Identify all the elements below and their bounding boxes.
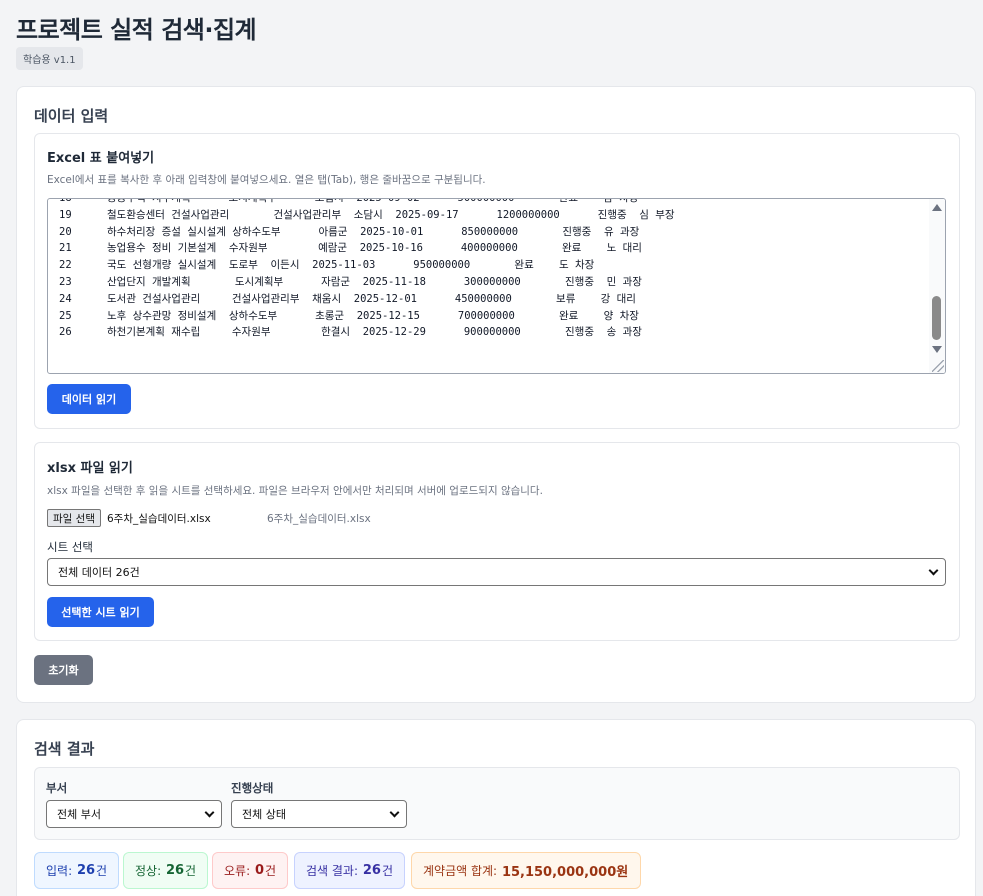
input-section-title: 데이터 입력 — [34, 107, 109, 125]
paste-textarea[interactable]: 18 공공주택 지구계획 도시계획부 모험시 2025-09-02 5000000… — [47, 198, 946, 374]
paste-row-number: 20 — [59, 225, 72, 238]
paste-row-number: 23 — [59, 275, 72, 288]
page-title: 프로젝트 실적 검색·집계 — [16, 16, 257, 44]
paste-row: 20 하수처리장 증설 실시설계 상하수도부 아름군 2025-10-01 850… — [48, 224, 929, 241]
paste-row: 22 국도 선형개량 실시설계 도로부 이든시 2025-11-03 950000… — [48, 257, 929, 274]
paste-description: Excel에서 표를 복사한 후 아래 입력창에 붙여넣으세요. 열은 탭(Ta… — [47, 174, 486, 186]
stat-error-value: 0 — [254, 863, 264, 878]
stat-error-count: 오류: 0건 — [212, 852, 289, 889]
department-select[interactable]: 전체 부서 — [46, 800, 222, 828]
read-sheet-button[interactable]: 선택한 시트 읽기 — [47, 597, 154, 627]
stat-input-value: 26 — [76, 863, 96, 878]
reset-button[interactable]: 초기화 — [34, 655, 93, 685]
sheet-label: 시트 선택 — [47, 540, 93, 554]
stat-result-unit: 건 — [381, 864, 393, 878]
paste-row-number: 24 — [59, 292, 72, 305]
stat-error-label: 오류: — [224, 864, 251, 878]
paste-row: 19 철도환승센터 건설사업관리 건설사업관리부 소담시 2025-09-17 1… — [48, 207, 929, 224]
result-section-title: 검색 결과 — [34, 740, 95, 758]
textarea-scrollbar[interactable] — [929, 199, 945, 373]
paste-content: 18 공공주택 지구계획 도시계획부 모험시 2025-09-02 5000000… — [48, 198, 929, 341]
sheet-select[interactable]: 전체 데이터 26건 — [47, 558, 946, 586]
xlsx-description: xlsx 파일을 선택한 후 읽을 시트를 선택하세요. 파일은 브라우저 안에… — [47, 485, 543, 497]
stat-total-label: 계약금액 합계: — [423, 864, 498, 878]
paste-row-number: 21 — [59, 242, 72, 255]
paste-row-content: 공공주택 지구계획 도시계획부 모험시 2025-09-02 500000000… — [107, 198, 639, 204]
xlsx-panel: xlsx 파일 읽기 xlsx 파일을 선택한 후 읽을 시트를 선택하세요. … — [34, 442, 960, 641]
status-select-value: 전체 상태 — [242, 808, 286, 821]
paste-row: 26 하천기본계획 재수립 수자원부 한결시 2025-12-29 9000000… — [48, 324, 929, 341]
paste-row-content: 산업단지 개발계획 도시계획부 자람군 2025-11-18 300000000… — [107, 275, 642, 288]
file-choose-button[interactable]: 파일 선택 — [47, 509, 101, 527]
stat-result-count: 검색 결과: 26 건 — [294, 852, 405, 889]
status-label: 진행상태 — [231, 781, 274, 795]
scroll-up-icon[interactable] — [932, 204, 942, 211]
chevron-down-icon — [204, 807, 215, 818]
filter-panel: 부서 전체 부서 진행상태 전체 상태 — [34, 767, 960, 840]
stat-error-unit: 건 — [265, 864, 277, 878]
stat-input-count: 입력: 26 건 — [34, 852, 120, 889]
file-name: 6주차_실습데이터.xlsx — [107, 513, 211, 525]
stat-normal-unit: 건 — [185, 864, 197, 878]
paste-row: 21 농업용수 정비 기본설계 수자원부 예람군 2025-10-16 40000… — [48, 240, 929, 257]
stat-result-label: 검색 결과: — [306, 864, 359, 878]
version-badge: 학습용 v1.1 — [16, 47, 83, 70]
paste-row-content: 농업용수 정비 기본설계 수자원부 예람군 2025-10-16 4000000… — [107, 242, 642, 255]
sheet-select-value: 전체 데이터 26건 — [58, 566, 140, 579]
paste-row-number: 26 — [59, 326, 72, 339]
paste-panel: Excel 표 붙여넣기 Excel에서 표를 복사한 후 아래 입력창에 붙여… — [34, 133, 960, 429]
department-label: 부서 — [46, 781, 68, 795]
paste-row-number: 25 — [59, 309, 72, 322]
xlsx-title: xlsx 파일 읽기 — [47, 461, 133, 476]
resize-grip-icon[interactable] — [932, 360, 944, 372]
paste-title: Excel 표 붙여넣기 — [47, 151, 155, 166]
stat-total-amount: 계약금액 합계: 15,150,000,000원 — [411, 852, 642, 889]
paste-row-content: 하수처리장 증설 실시설계 상하수도부 아름군 2025-10-01 85000… — [107, 225, 640, 238]
scroll-down-icon[interactable] — [932, 346, 942, 353]
paste-row-content: 노후 상수관망 정비설계 상하수도부 초롱군 2025-12-15 700000… — [107, 309, 639, 322]
department-select-value: 전체 부서 — [57, 808, 101, 821]
stat-input-unit: 건 — [96, 864, 108, 878]
paste-row-number: 22 — [59, 259, 72, 272]
file-status: 6주차_실습데이터.xlsx — [267, 513, 371, 525]
stat-result-value: 26 — [362, 863, 381, 878]
stat-input-label: 입력: — [46, 864, 73, 878]
chevron-down-icon — [928, 565, 939, 576]
paste-row-number: 19 — [59, 208, 72, 221]
stat-normal-value: 26 — [165, 863, 185, 878]
stat-normal-count: 정상: 26 건 — [123, 852, 209, 889]
input-section: 데이터 입력 Excel 표 붙여넣기 Excel에서 표를 복사한 후 아래 … — [16, 86, 976, 703]
paste-row: 18 공공주택 지구계획 도시계획부 모험시 2025-09-02 5000000… — [48, 198, 929, 207]
paste-row-number: 18 — [59, 198, 72, 204]
chevron-down-icon — [389, 807, 400, 818]
status-select[interactable]: 전체 상태 — [231, 800, 407, 828]
result-section: 검색 결과 부서 전체 부서 진행상태 전체 상태 입력: 26 건 정상: 26… — [16, 719, 976, 896]
paste-row: 25 노후 상수관망 정비설계 상하수도부 초롱군 2025-12-15 7000… — [48, 308, 929, 325]
paste-row: 24 도서관 건설사업관리 건설사업관리부 채움시 2025-12-01 4500… — [48, 291, 929, 308]
paste-row-content: 국도 선형개량 실시설계 도로부 이든시 2025-11-03 95000000… — [107, 259, 595, 272]
stat-normal-label: 정상: — [135, 864, 162, 878]
paste-row-content: 철도환승센터 건설사업관리 건설사업관리부 소담시 2025-09-17 120… — [107, 208, 675, 221]
scroll-thumb[interactable] — [932, 296, 941, 340]
read-data-button[interactable]: 데이터 읽기 — [47, 384, 131, 414]
paste-row: 23 산업단지 개발계획 도시계획부 자람군 2025-11-18 3000000… — [48, 274, 929, 291]
stat-total-value: 15,150,000,000원 — [501, 865, 629, 880]
paste-row-content: 도서관 건설사업관리 건설사업관리부 채움시 2025-12-01 450000… — [107, 292, 636, 305]
paste-row-content: 하천기본계획 재수립 수자원부 한결시 2025-12-29 900000000… — [107, 326, 642, 339]
